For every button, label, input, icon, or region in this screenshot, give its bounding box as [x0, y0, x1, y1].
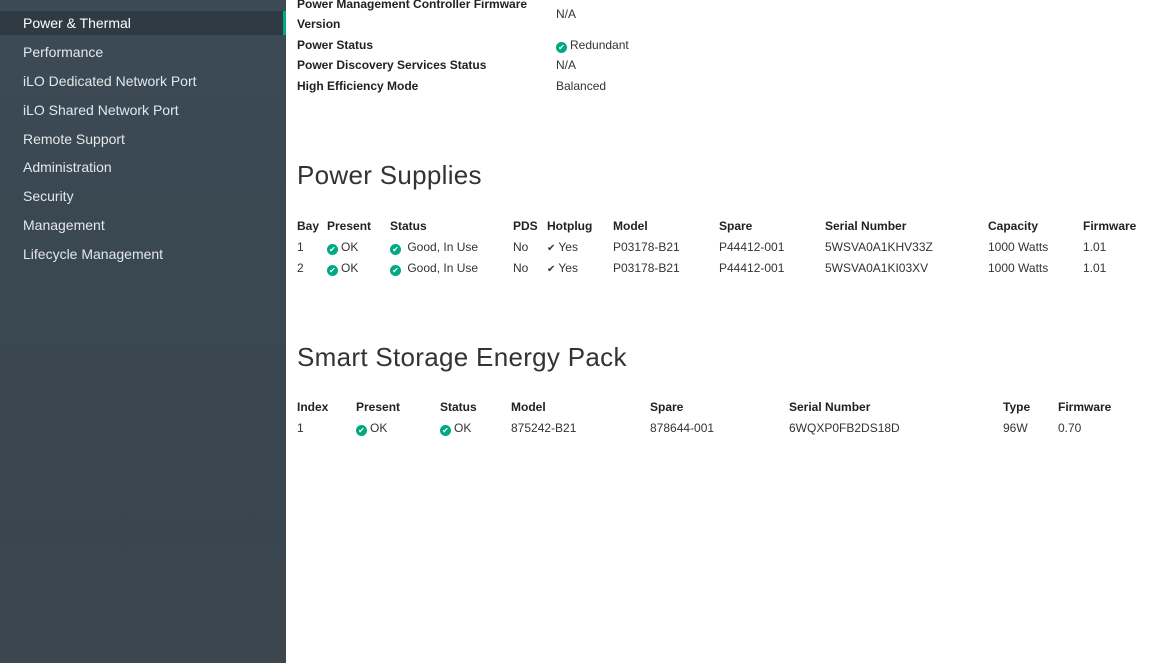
pds-cell: No [513, 261, 529, 275]
firmware-cell: 1.01 [1083, 240, 1107, 254]
col-index: Index [297, 400, 329, 414]
check-circle-icon: ✔ [390, 265, 401, 276]
check-circle-icon: ✔ [556, 42, 567, 53]
col-model: Model [511, 400, 546, 414]
col-pds: PDS [513, 219, 538, 233]
sidebar-item-power-thermal[interactable]: Power & Thermal [0, 11, 286, 35]
serial-cell: 5WSVA0A1KHV33Z [825, 240, 933, 254]
check-circle-icon: ✔ [327, 265, 338, 276]
type-cell: 96W [1003, 421, 1028, 435]
present-text: OK [341, 240, 359, 254]
status-text: Good, In Use [407, 240, 479, 254]
pds-cell: No [513, 240, 529, 254]
col-spare: Spare [719, 219, 753, 233]
col-serial-number: Serial Number [825, 219, 907, 233]
power-status-value: ✔ Redundant [556, 38, 629, 53]
sidebar-item-lifecycle-management[interactable]: Lifecycle Management [0, 242, 286, 266]
sidebar-item-ilo-dedicated-network-port[interactable]: iLO Dedicated Network Port [0, 69, 286, 93]
col-type: Type [1003, 400, 1031, 414]
model-cell: P03178-B21 [613, 261, 680, 275]
col-present: Present [327, 219, 372, 233]
col-bay: Bay [297, 219, 320, 233]
check-circle-icon: ✔ [356, 425, 367, 436]
col-capacity: Capacity [988, 219, 1039, 233]
high-efficiency-value: Balanced [556, 79, 607, 93]
check-circle-icon: ✔ [440, 425, 451, 436]
col-serial-number: Serial Number [789, 400, 871, 414]
main-content: Power Management Controller Firmware Ver… [286, 0, 1170, 663]
model-cell: P03178-B21 [613, 240, 680, 254]
sidebar-item-management[interactable]: Management [0, 213, 286, 237]
bay-cell: 2 [297, 261, 304, 275]
serial-cell: 6WQXP0FB2DS18D [789, 421, 900, 435]
check-circle-icon: ✔ [390, 244, 401, 255]
col-firmware: Firmware [1058, 400, 1112, 414]
sidebar-item-ilo-shared-network-port[interactable]: iLO Shared Network Port [0, 98, 286, 122]
col-status: Status [440, 400, 477, 414]
capacity-cell: 1000 Watts [988, 240, 1049, 254]
model-cell: 875242-B21 [511, 421, 577, 435]
sidebar-item-administration[interactable]: Administration [0, 155, 286, 179]
hotplug-text: Yes [558, 240, 578, 254]
sidebar-item-security[interactable]: Security [0, 184, 286, 208]
high-efficiency-label: High Efficiency Mode [297, 79, 419, 93]
capacity-cell: 1000 Watts [988, 261, 1049, 275]
index-cell: 1 [297, 421, 304, 435]
present-cell: ✔ OK [327, 240, 358, 255]
spare-cell: 878644-001 [650, 421, 715, 435]
status-cell: ✔ Good, In Use [390, 240, 478, 255]
present-cell: ✔ OK [327, 261, 358, 276]
bay-cell: 1 [297, 240, 304, 254]
firmware-cell: 0.70 [1058, 421, 1082, 435]
firmware-version-value: N/A [556, 7, 577, 21]
checkmark-icon: ✔ [547, 243, 556, 254]
status-cell: ✔ OK [440, 421, 471, 436]
spare-cell: P44412-001 [719, 261, 785, 275]
power-status-text: Redundant [570, 38, 629, 52]
status-cell: ✔ Good, In Use [390, 261, 478, 276]
check-circle-icon: ✔ [327, 244, 338, 255]
col-model: Model [613, 219, 648, 233]
power-status-label: Power Status [297, 38, 374, 52]
spare-cell: P44412-001 [719, 240, 785, 254]
sidebar-item-performance[interactable]: Performance [0, 40, 286, 64]
col-spare: Spare [650, 400, 684, 414]
sidebar-item-remote-support[interactable]: Remote Support [0, 127, 286, 151]
hotplug-cell: ✔ Yes [547, 261, 578, 275]
checkmark-icon: ✔ [547, 264, 556, 275]
power-discovery-label: Power Discovery Services Status [297, 58, 487, 72]
status-text: Good, In Use [407, 261, 479, 275]
hotplug-cell: ✔ Yes [547, 240, 578, 254]
col-present: Present [356, 400, 401, 414]
power-supplies-title: Power Supplies [297, 160, 482, 190]
present-cell: ✔ OK [356, 421, 387, 436]
sidebar: Power & Thermal Performance iLO Dedicate… [0, 0, 286, 663]
col-firmware: Firmware [1083, 219, 1137, 233]
col-status: Status [390, 219, 427, 233]
status-text: OK [454, 421, 472, 435]
col-hotplug: Hotplug [547, 219, 593, 233]
firmware-cell: 1.01 [1083, 261, 1107, 275]
present-text: OK [341, 261, 359, 275]
firmware-version-label-line1: Power Management Controller Firmware [297, 0, 528, 11]
energy-pack-title: Smart Storage Energy Pack [297, 342, 627, 372]
firmware-version-label-line2: Version [297, 17, 341, 31]
serial-cell: 5WSVA0A1KI03XV [825, 261, 929, 275]
hotplug-text: Yes [558, 261, 578, 275]
present-text: OK [370, 421, 388, 435]
power-discovery-value: N/A [556, 58, 577, 72]
